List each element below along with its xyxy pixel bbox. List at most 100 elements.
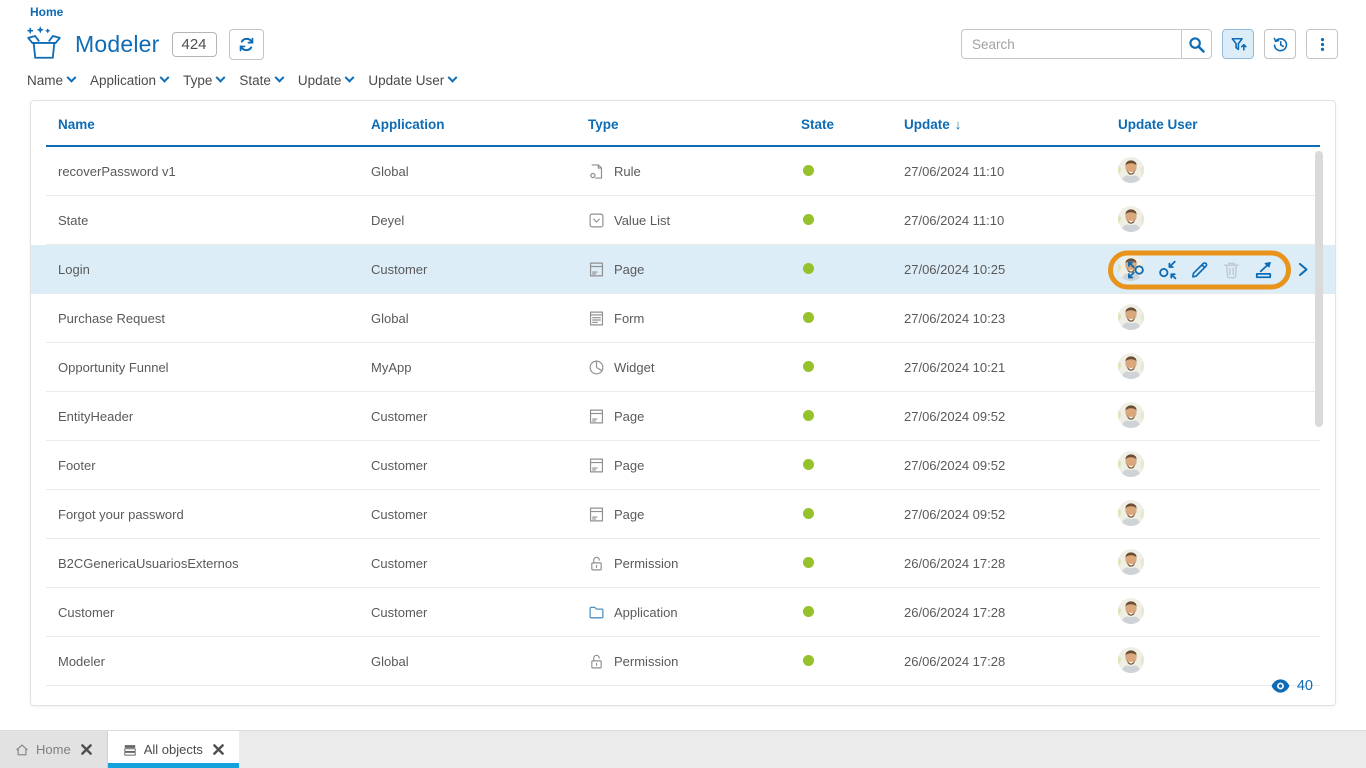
vertical-scrollbar-thumb[interactable] — [1315, 151, 1323, 427]
table-row[interactable]: Footer Customer Page 27/06/2024 09:52 — [31, 441, 1335, 490]
cell-update-user — [1118, 157, 1320, 186]
filter-icon — [1230, 36, 1247, 53]
cell-type: Value List — [588, 212, 801, 229]
cell-state — [801, 556, 904, 571]
table-row[interactable]: Modeler Global Permission 26/06/2024 17:… — [31, 637, 1335, 686]
column-header-name[interactable]: Name — [58, 117, 371, 132]
toolbar — [961, 29, 1338, 59]
table-row[interactable]: Opportunity Funnel MyApp Widget 27/06/20… — [31, 343, 1335, 392]
filter-button[interactable] — [1222, 29, 1254, 59]
cell-type: Form — [588, 310, 801, 327]
maximize-button[interactable] — [1126, 260, 1145, 279]
cell-update: 27/06/2024 11:10 — [904, 164, 1118, 179]
state-active-dot — [803, 263, 814, 274]
tab-home[interactable]: Home — [0, 731, 108, 768]
cell-state — [801, 262, 904, 277]
column-header-type[interactable]: Type — [588, 117, 801, 132]
cell-update-user — [1118, 598, 1320, 627]
maximize-icon — [1126, 260, 1145, 279]
cell-update-user — [1118, 451, 1320, 480]
permission-icon — [588, 555, 605, 572]
table-row[interactable]: recoverPassword v1 Global Rule 27/06/202… — [31, 147, 1335, 196]
visible-count: 40 — [1271, 678, 1313, 694]
edit-button[interactable] — [1190, 260, 1209, 279]
cell-name: Opportunity Funnel — [58, 360, 371, 375]
cell-type: Page — [588, 457, 801, 474]
form-icon — [588, 310, 605, 327]
cell-state — [801, 507, 904, 522]
table-row[interactable]: Customer Customer Application 26/06/2024… — [31, 588, 1335, 637]
cell-application: Customer — [371, 458, 588, 473]
page-header: Modeler 424 — [25, 25, 264, 63]
column-header-state[interactable]: State — [801, 117, 904, 132]
filter-update-user[interactable]: Update User — [368, 73, 456, 88]
table-row[interactable]: State Deyel Value List 27/06/2024 11:10 — [31, 196, 1335, 245]
cell-update: 26/06/2024 17:28 — [904, 654, 1118, 669]
page-icon — [588, 261, 605, 278]
cell-application: Customer — [371, 605, 588, 620]
table-row[interactable]: EntityHeader Customer Page 27/06/2024 09… — [31, 392, 1335, 441]
search-button[interactable] — [1181, 29, 1212, 59]
user-avatar — [1118, 206, 1144, 232]
table-body: recoverPassword v1 Global Rule 27/06/202… — [31, 147, 1335, 686]
cell-update-user — [1118, 206, 1320, 235]
rule-icon — [588, 163, 605, 180]
eye-icon — [1271, 679, 1290, 693]
delete-icon — [1222, 260, 1241, 279]
state-active-dot — [803, 214, 814, 225]
filter-state[interactable]: State — [239, 73, 283, 88]
filter-name[interactable]: Name — [27, 73, 75, 88]
permission-icon — [588, 653, 605, 670]
cell-application: Customer — [371, 262, 588, 277]
page-icon — [588, 506, 605, 523]
cell-state — [801, 654, 904, 669]
more-options-button[interactable] — [1306, 29, 1338, 59]
home-icon — [15, 743, 29, 757]
tab-all-objects[interactable]: All objects — [108, 731, 239, 768]
close-tab-icon[interactable] — [81, 744, 92, 755]
cell-update: 27/06/2024 09:52 — [904, 507, 1118, 522]
cell-update-user — [1118, 304, 1320, 333]
history-button[interactable] — [1264, 29, 1296, 59]
cell-state — [801, 409, 904, 424]
cell-type: Permission — [588, 653, 801, 670]
cell-application: Customer — [371, 409, 588, 424]
state-active-dot — [803, 557, 814, 568]
column-header-update-user[interactable]: Update User — [1118, 117, 1320, 132]
visible-count-value: 40 — [1297, 678, 1313, 694]
chevron-right-icon[interactable] — [1298, 263, 1309, 277]
column-header-update[interactable]: Update ↓ — [904, 117, 1118, 132]
objects-table-card: Name Application Type State Update ↓ Upd… — [30, 100, 1336, 706]
close-tab-icon[interactable] — [213, 744, 224, 755]
user-avatar — [1118, 157, 1144, 183]
cell-update: 27/06/2024 10:23 — [904, 311, 1118, 326]
table-row[interactable]: Purchase Request Global Form 27/06/2024 … — [31, 294, 1335, 343]
filter-type[interactable]: Type — [183, 73, 224, 88]
search-icon — [1188, 36, 1205, 53]
minimize-button[interactable] — [1158, 260, 1177, 279]
table-row[interactable]: Login Customer Page 27/06/2024 10:25 — [31, 245, 1335, 294]
history-icon — [1272, 36, 1289, 53]
cell-name: EntityHeader — [58, 409, 371, 424]
search-input[interactable] — [961, 29, 1181, 59]
column-header-application[interactable]: Application — [371, 117, 588, 132]
cell-update: 27/06/2024 11:10 — [904, 213, 1118, 228]
refresh-button[interactable] — [229, 29, 264, 60]
chevron-down-icon — [274, 73, 284, 83]
table-row[interactable]: B2CGenericaUsuariosExternos Customer Per… — [31, 539, 1335, 588]
table-row[interactable]: Forgot your password Customer Page 27/06… — [31, 490, 1335, 539]
filter-application[interactable]: Application — [90, 73, 168, 88]
user-avatar — [1118, 353, 1144, 379]
cell-type: Page — [588, 408, 801, 425]
cell-update-user — [1118, 353, 1320, 382]
cell-type: Permission — [588, 555, 801, 572]
row-actions — [1108, 250, 1309, 289]
cell-application: MyApp — [371, 360, 588, 375]
cell-update-user — [1118, 549, 1320, 578]
filter-update[interactable]: Update — [298, 73, 354, 88]
breadcrumb-home-link[interactable]: Home — [30, 5, 63, 19]
state-active-dot — [803, 410, 814, 421]
object-count-badge: 424 — [172, 32, 217, 57]
filter-row: Name Application Type State Update Updat… — [27, 73, 456, 88]
export-button[interactable] — [1254, 260, 1273, 279]
